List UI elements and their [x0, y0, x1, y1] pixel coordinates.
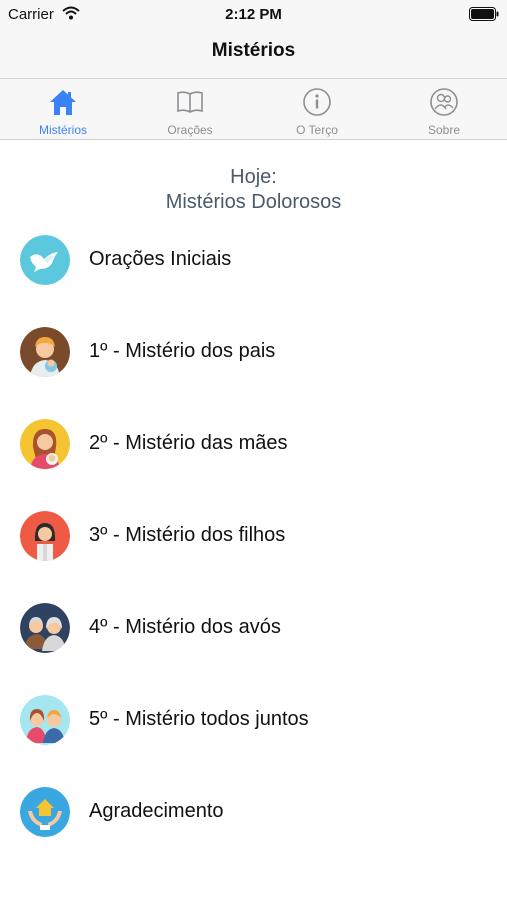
- home-icon: [50, 90, 76, 115]
- tab-oracoes[interactable]: Orações: [127, 79, 253, 139]
- people-icon: [430, 88, 458, 116]
- list-item-agradecimento[interactable]: Agradecimento: [0, 776, 507, 848]
- list-item-oracoes-iniciais[interactable]: Orações Iniciais: [0, 224, 507, 296]
- father-baby-icon: [20, 327, 70, 377]
- list-item-misterio-pais[interactable]: 1º - Mistério dos pais: [0, 316, 507, 388]
- today-mystery: Mistérios Dolorosos: [165, 191, 342, 213]
- tab-bar: Mistérios Orações O Terço Sobre: [0, 78, 507, 140]
- tab-label: Sobre: [427, 123, 461, 137]
- item-label: 5º - Mistério todos juntos: [89, 708, 309, 730]
- mother-baby-icon: [20, 419, 70, 469]
- list-item-misterio-maes[interactable]: 2º - Mistério das mães: [0, 408, 507, 480]
- status-bar: Carrier 2:12 PM: [0, 0, 507, 28]
- info-icon: [303, 88, 331, 116]
- page-title: Mistérios: [211, 40, 296, 61]
- item-label: 3º - Mistério dos filhos: [89, 524, 286, 546]
- navigation-bar: Mistérios: [0, 28, 507, 78]
- item-label: Orações Iniciais: [89, 248, 232, 270]
- tab-label: Orações: [167, 123, 213, 137]
- list-item-misterio-filhos[interactable]: 3º - Mistério dos filhos: [0, 500, 507, 572]
- item-label: Agradecimento: [89, 800, 224, 822]
- book-icon: [177, 91, 203, 113]
- tab-o-terco[interactable]: O Terço: [254, 79, 380, 139]
- item-label: 4º - Mistério dos avós: [89, 616, 281, 638]
- item-label: 2º - Mistério das mães: [89, 432, 288, 454]
- grandparents-icon: [20, 603, 70, 653]
- today-label: Hoje:: [230, 166, 277, 188]
- tab-misterios[interactable]: Mistérios: [0, 79, 126, 139]
- list-item-misterio-avos[interactable]: 4º - Mistério dos avós: [0, 592, 507, 664]
- child-icon: [20, 511, 70, 561]
- list-item-misterio-todos-juntos[interactable]: 5º - Mistério todos juntos: [0, 684, 507, 756]
- hands-house-icon: [20, 787, 70, 837]
- item-label: 1º - Mistério dos pais: [89, 340, 276, 362]
- dove-icon: [20, 235, 70, 285]
- tab-label: Mistérios: [38, 123, 87, 137]
- tab-sobre[interactable]: Sobre: [381, 79, 507, 139]
- battery-icon: [469, 7, 499, 21]
- family-icon: [20, 695, 70, 745]
- tab-label: O Terço: [296, 123, 338, 137]
- clock: 2:12 PM: [225, 6, 282, 23]
